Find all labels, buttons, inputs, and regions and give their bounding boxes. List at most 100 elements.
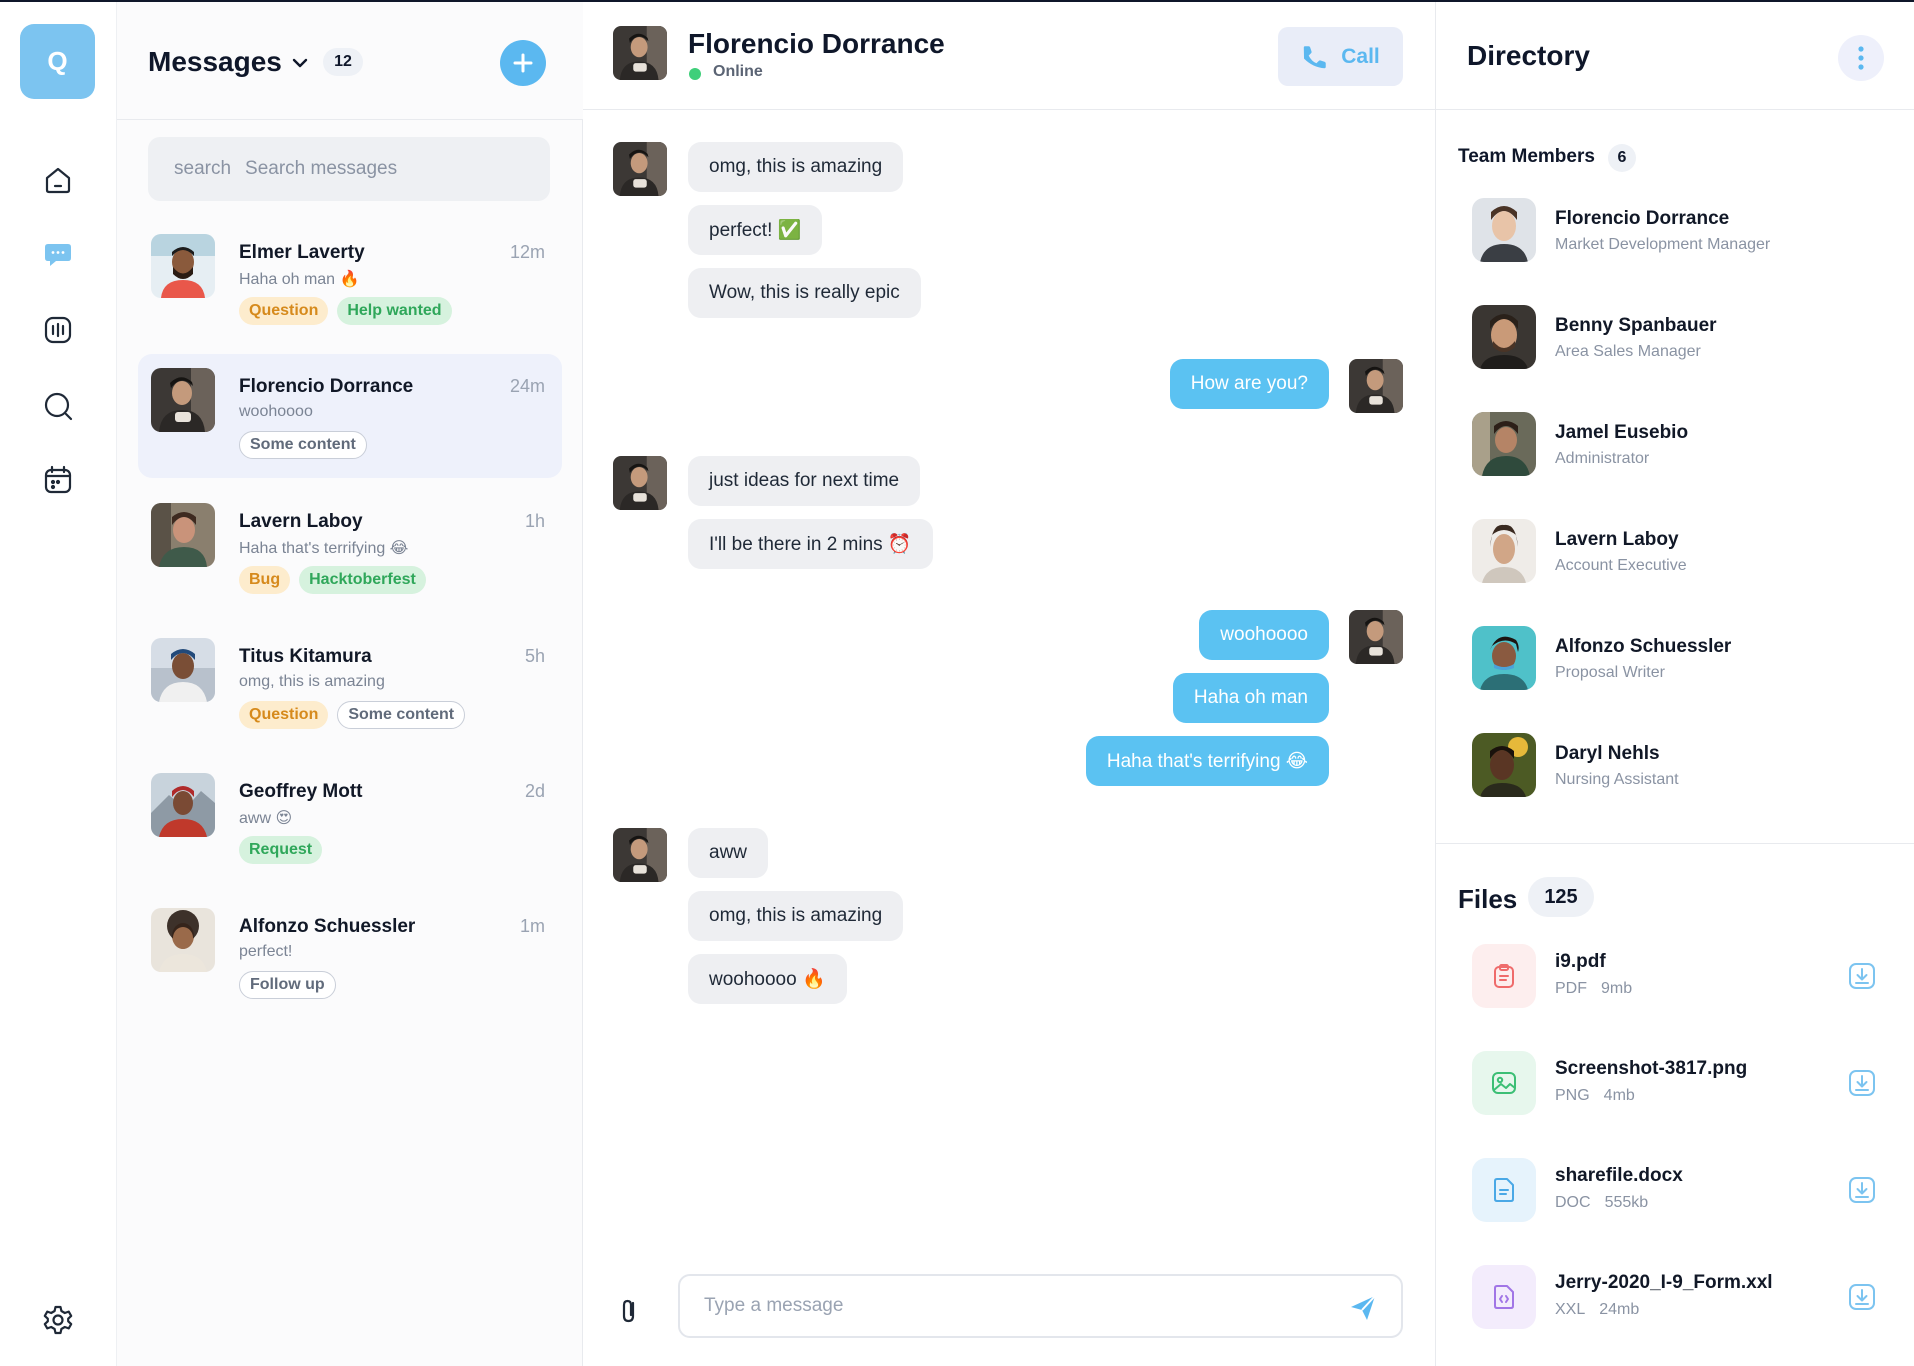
chat-icon[interactable]: [36, 232, 80, 276]
directory-header: Directory: [1436, 2, 1914, 110]
calendar-icon[interactable]: [36, 458, 80, 502]
conversation-item[interactable]: Geoffrey Mott 2d aww 😍 Request: [138, 759, 562, 883]
phone-icon: [1304, 45, 1326, 68]
file-size: 555kb: [1604, 1194, 1649, 1211]
paperclip-icon[interactable]: [613, 1294, 647, 1328]
send-icon[interactable]: [1347, 1292, 1379, 1324]
conversation-name: Geoffrey Mott: [239, 781, 363, 802]
team-member[interactable]: Florencio Dorrance Market Development Ma…: [1472, 198, 1892, 278]
conversation-preview: Haha that's terrifying 😂: [239, 540, 409, 557]
tag-badge: Request: [239, 836, 323, 864]
search-label: search: [174, 158, 232, 179]
user-avatar: [1349, 610, 1403, 664]
home-icon[interactable]: [36, 158, 80, 202]
conversation-name: Elmer Laverty: [239, 242, 365, 263]
avatar: [151, 503, 215, 567]
message-bubble: Haha that's terrifying 😂: [1085, 736, 1329, 786]
tag-badge: Question: [239, 297, 329, 325]
avatar: [151, 368, 215, 432]
pdf-file-icon: [1472, 944, 1536, 1008]
search-messages-field[interactable]: search: [148, 137, 550, 201]
divider: [1436, 843, 1914, 844]
conversation-item[interactable]: Florencio Dorrance 24m woohoooo Some con…: [138, 354, 562, 478]
avatar: [1472, 412, 1536, 476]
contact-avatar: [613, 828, 667, 882]
files-label: Files: [1458, 884, 1518, 914]
file-name: Screenshot-3817.png: [1555, 1058, 1748, 1079]
stats-icon[interactable]: [36, 308, 80, 352]
tag-badge: Some content: [337, 701, 466, 729]
conversation-preview: woohoooo: [239, 403, 313, 420]
conversation-item[interactable]: Alfonzo Schuessler 1m perfect! Follow up: [138, 894, 562, 1018]
contact-avatar: [613, 142, 667, 196]
team-member[interactable]: Daryl Nehls Nursing Assistant: [1472, 733, 1892, 813]
member-name: Benny Spanbauer: [1555, 315, 1717, 336]
more-options-button[interactable]: [1838, 35, 1884, 81]
code-file-icon: [1472, 1265, 1536, 1329]
file-type: XXL: [1555, 1301, 1586, 1318]
avatar: [151, 773, 215, 837]
contact-name: Florencio Dorrance: [688, 28, 945, 59]
conversation-time: 24m: [509, 376, 545, 396]
download-icon[interactable]: [1846, 1067, 1878, 1099]
search-input[interactable]: [245, 158, 536, 180]
chat-panel: Florencio Dorrance Online Call omg, this…: [583, 2, 1436, 1366]
team-member[interactable]: Alfonzo Schuessler Proposal Writer: [1472, 626, 1892, 706]
conversation-name: Alfonzo Schuessler: [239, 916, 416, 937]
file-name: Jerry-2020_I-9_Form.xxl: [1555, 1272, 1773, 1293]
member-name: Alfonzo Schuessler: [1555, 636, 1732, 657]
search-icon[interactable]: [36, 384, 80, 428]
conversation-time: 1h: [524, 511, 545, 531]
download-icon[interactable]: [1846, 960, 1878, 992]
message-composer: [583, 1232, 1436, 1366]
user-avatar: [1349, 359, 1403, 413]
chevron-down-icon[interactable]: [289, 52, 311, 74]
avatar: [151, 234, 215, 298]
file-type: DOC: [1555, 1194, 1591, 1211]
app-logo[interactable]: Q: [20, 24, 95, 99]
call-button[interactable]: Call: [1278, 27, 1403, 86]
contact-status: Online: [713, 63, 763, 80]
file-size: 24mb: [1599, 1301, 1640, 1318]
avatar: [1472, 626, 1536, 690]
contact-avatar: [613, 456, 667, 510]
messages-title: Messages: [148, 46, 282, 77]
message-field[interactable]: [678, 1274, 1403, 1338]
file-item[interactable]: Jerry-2020_I-9_Form.xxl XXL 24mb: [1472, 1265, 1892, 1331]
messages-panel: Messages 12 search Elmer Laverty 12m Hah…: [117, 2, 583, 1366]
plus-icon: [513, 53, 533, 73]
conversation-item[interactable]: Elmer Laverty 12m Haha oh man 🔥 Question…: [138, 220, 562, 344]
team-member[interactable]: Benny Spanbauer Area Sales Manager: [1472, 305, 1892, 385]
file-size: 4mb: [1603, 1087, 1635, 1104]
member-role: Administrator: [1555, 450, 1650, 467]
conversation-item[interactable]: Lavern Laboy 1h Haha that's terrifying 😂…: [138, 489, 562, 613]
conversation-name: Titus Kitamura: [239, 646, 372, 667]
conversation-preview: aww 😍: [239, 810, 293, 827]
conversation-preview: perfect!: [239, 943, 293, 960]
message-bubble: I'll be there in 2 mins ⏰: [688, 519, 933, 569]
team-member[interactable]: Lavern Laboy Account Executive: [1472, 519, 1892, 599]
message-bubble: aww: [688, 828, 769, 878]
team-member[interactable]: Jamel Eusebio Administrator: [1472, 412, 1892, 492]
avatar: [151, 638, 215, 702]
tag-badge: Help wanted: [337, 297, 452, 325]
online-status-dot: [689, 68, 701, 80]
contact-avatar[interactable]: [613, 26, 667, 80]
download-icon[interactable]: [1846, 1281, 1878, 1313]
messages-header: Messages 12: [117, 2, 583, 120]
message-input[interactable]: [704, 1295, 1304, 1317]
download-icon[interactable]: [1846, 1174, 1878, 1206]
file-name: sharefile.docx: [1555, 1165, 1683, 1186]
conversation-preview: omg, this is amazing: [239, 673, 385, 690]
file-item[interactable]: sharefile.docx DOC 555kb: [1472, 1158, 1892, 1224]
message-bubble: woohoooo 🔥: [688, 954, 847, 1004]
conversation-item[interactable]: Titus Kitamura 5h omg, this is amazing Q…: [138, 624, 562, 748]
file-name: i9.pdf: [1555, 951, 1606, 972]
file-item[interactable]: i9.pdf PDF 9mb: [1472, 944, 1892, 1010]
gear-icon[interactable]: [36, 1298, 80, 1342]
new-message-button[interactable]: [500, 40, 546, 86]
files-count-badge: 125: [1528, 877, 1594, 917]
conversation-preview: Haha oh man 🔥: [239, 271, 360, 288]
file-type: PDF: [1555, 980, 1587, 997]
file-item[interactable]: Screenshot-3817.png PNG 4mb: [1472, 1051, 1892, 1117]
